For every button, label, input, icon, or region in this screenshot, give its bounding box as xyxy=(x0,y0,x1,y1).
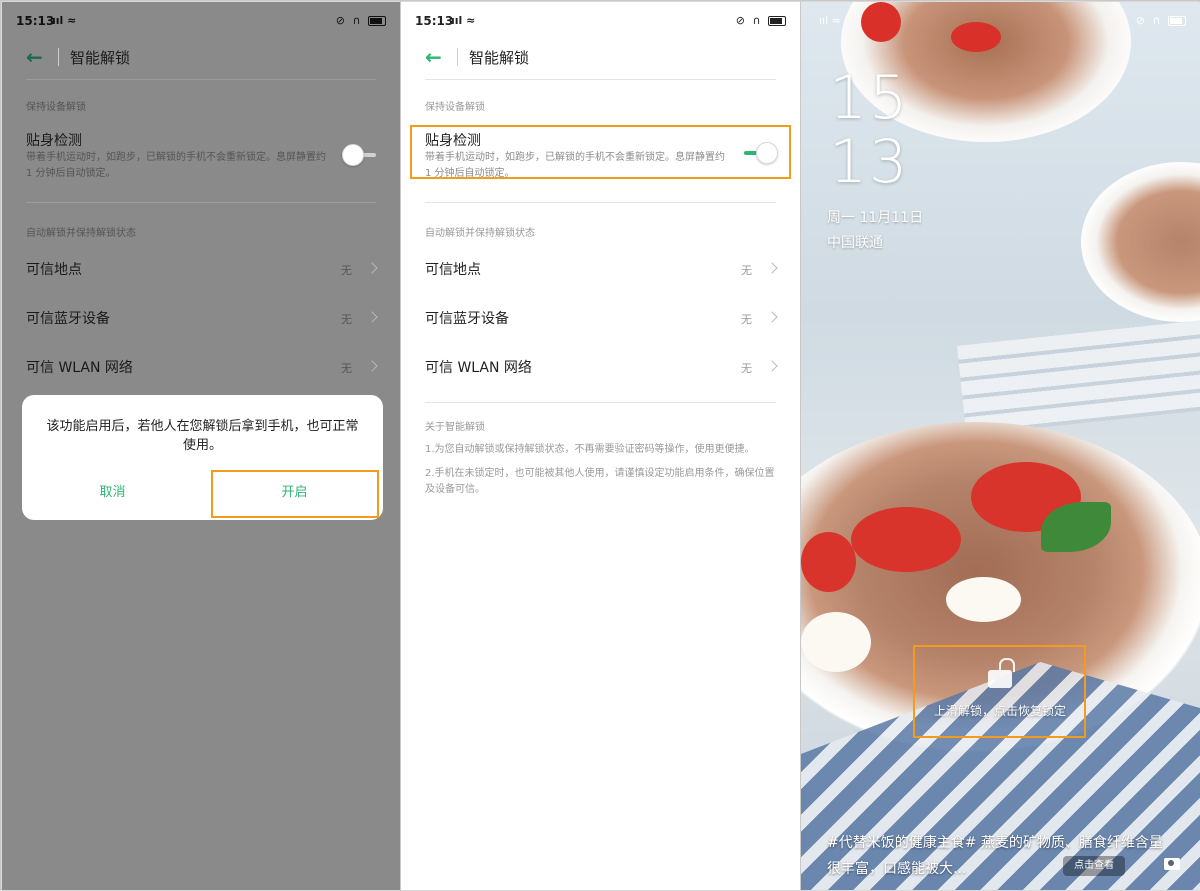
dialog-message: 该功能启用后，若他人在您解锁后拿到手机，也可正常使用。 xyxy=(46,419,359,453)
wifi-icon: ≈ xyxy=(67,14,77,27)
header-separator xyxy=(58,48,59,66)
row-value: 无 xyxy=(341,313,352,326)
chevron-right-icon xyxy=(366,360,378,372)
wallpaper-cheese xyxy=(801,612,871,672)
lock-clock: 15 13 xyxy=(829,66,909,194)
screenshot-frame: 15:13 ııl ≈ ⊘ ∩ ← 智能解锁 保持设备解锁 贴身检测 带着手机运… xyxy=(0,0,1200,891)
row-value: 无 xyxy=(341,362,352,375)
status-bar: 15:13 ııl ≈ ⊘ ∩ xyxy=(16,12,386,32)
wallpaper-cloth xyxy=(957,318,1200,436)
chevron-right-icon xyxy=(766,360,778,372)
battery-icon xyxy=(368,16,386,26)
chevron-right-icon xyxy=(366,262,378,274)
confirm-dialog: 该功能启用后，若他人在您解锁后拿到手机，也可正常使用。 取消 开启 xyxy=(22,395,383,520)
chevron-right-icon xyxy=(366,311,378,323)
divider xyxy=(425,202,776,203)
status-bar: 15:13 ııl ≈ ⊘ ∩ xyxy=(415,12,786,32)
mute-headset-icon: ⊘ ∩ xyxy=(1135,14,1163,27)
page-title: 智能解锁 xyxy=(469,49,530,67)
row-title: 可信地点 xyxy=(425,262,481,278)
body-detection-toggle[interactable] xyxy=(342,144,378,166)
signal-wifi-icon: ııl ≈ xyxy=(52,14,76,27)
wallpaper-cheese xyxy=(946,577,1021,622)
header: ← 智能解锁 xyxy=(26,42,376,80)
wallpaper-bowl-right xyxy=(1081,162,1200,322)
clock-minute: 13 xyxy=(829,127,910,197)
header: ← 智能解锁 xyxy=(425,42,776,80)
wifi-icon: ≈ xyxy=(466,14,476,27)
divider xyxy=(425,402,776,403)
cancel-button[interactable]: 取消 xyxy=(30,475,195,511)
wifi-icon: ≈ xyxy=(831,14,841,27)
back-arrow-icon[interactable]: ← xyxy=(26,47,46,67)
body-detection-title: 贴身检测 xyxy=(26,133,82,149)
battery-icon xyxy=(768,16,786,26)
divider xyxy=(26,202,376,203)
lockscreen-panel: ııl ≈ ⊘ ∩ 15 13 周一 11月11日 中国联通 上滑解锁，点击恢复… xyxy=(801,2,1200,890)
row-title: 可信蓝牙设备 xyxy=(425,311,509,327)
status-time: 15:13 xyxy=(16,14,55,28)
row-value: 无 xyxy=(341,264,352,277)
view-button[interactable]: 点击查看 xyxy=(1063,856,1125,876)
about-paragraph-2: 2.手机在未锁定时，也可能被其他人使用，请谨慎设定功能启用条件，确保位置及设备可… xyxy=(425,468,775,495)
header-separator xyxy=(457,48,458,66)
battery-icon xyxy=(1168,16,1186,26)
status-right-icons: ⊘ ∩ xyxy=(336,14,386,27)
body-detection-title: 贴身检测 xyxy=(425,133,481,149)
unlock-area[interactable]: 上滑解锁，点击恢复锁定 xyxy=(914,646,1086,738)
row-title: 可信地点 xyxy=(26,262,82,278)
wallpaper-tomato xyxy=(851,507,961,572)
status-time: 15:13 xyxy=(415,14,454,28)
status-right-icons: ⊘ ∩ xyxy=(736,14,786,27)
settings-panel: 15:13 ııl ≈ ⊘ ∩ ← 智能解锁 保持设备解锁 贴身检测 带着手机运… xyxy=(401,2,800,890)
signal-icon: ııl xyxy=(52,14,64,27)
chevron-right-icon xyxy=(766,311,778,323)
row-title: 可信 WLAN 网络 xyxy=(425,360,532,376)
clock-hour: 15 xyxy=(829,63,910,133)
unlocked-padlock-icon[interactable] xyxy=(988,658,1015,688)
signal-icon: ııl xyxy=(819,14,829,27)
row-value: 无 xyxy=(741,264,752,277)
section-label-keep-unlocked: 保持设备解锁 xyxy=(425,102,485,113)
lock-date: 周一 11月11日 xyxy=(827,210,924,226)
wallpaper-tomato xyxy=(801,532,856,592)
row-value: 无 xyxy=(741,362,752,375)
about-paragraph-1: 1.为您自动解锁或保持解锁状态，不再需要验证密码等操作，使用更便捷。 xyxy=(425,444,755,455)
row-title: 可信 WLAN 网络 xyxy=(26,360,133,376)
signal-wifi-icon: ııl ≈ xyxy=(451,14,475,27)
lock-carrier: 中国联通 xyxy=(827,235,883,251)
enable-button[interactable]: 开启 xyxy=(212,475,377,511)
section-label-auto-unlock: 自动解锁并保持解锁状态 xyxy=(425,228,535,239)
mute-headset-icon: ⊘ ∩ xyxy=(335,14,363,27)
settings-with-dialog-panel: 15:13 ııl ≈ ⊘ ∩ ← 智能解锁 保持设备解锁 贴身检测 带着手机运… xyxy=(2,2,400,890)
page-title: 智能解锁 xyxy=(70,49,131,67)
row-value: 无 xyxy=(741,313,752,326)
signal-icon: ııl xyxy=(451,14,463,27)
camera-icon[interactable] xyxy=(1164,858,1180,870)
back-arrow-icon[interactable]: ← xyxy=(425,47,445,67)
section-label-auto-unlock: 自动解锁并保持解锁状态 xyxy=(26,228,136,239)
toggle-knob xyxy=(756,142,778,164)
body-detection-desc: 带着手机运动时，如跑步，已解锁的手机不会重新锁定。息屏静置约 1 分钟后自动锁定… xyxy=(26,152,326,179)
row-title: 可信蓝牙设备 xyxy=(26,311,110,327)
section-label-keep-unlocked: 保持设备解锁 xyxy=(26,102,86,113)
chevron-right-icon xyxy=(766,262,778,274)
lock-status-bar: ııl ≈ ⊘ ∩ xyxy=(819,14,1186,27)
body-detection-toggle[interactable] xyxy=(742,142,778,164)
unlock-hint: 上滑解锁，点击恢复锁定 xyxy=(933,704,1066,718)
status-right-icons: ⊘ ∩ xyxy=(1136,14,1186,27)
body-detection-desc: 带着手机运动时，如跑步，已解锁的手机不会重新锁定。息屏静置约 1 分钟后自动锁定… xyxy=(425,152,725,179)
about-label: 关于智能解锁 xyxy=(425,422,485,433)
toggle-knob xyxy=(342,144,364,166)
mute-headset-icon: ⊘ ∩ xyxy=(735,14,763,27)
